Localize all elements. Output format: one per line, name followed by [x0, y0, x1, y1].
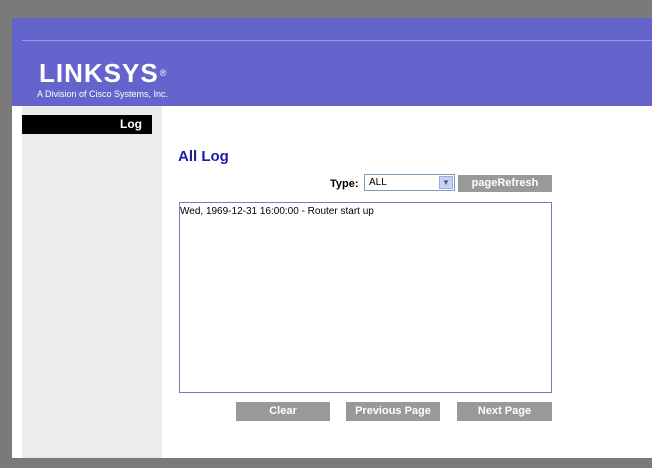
header-banner: LINKSYS® A Division of Cisco Systems, In…: [12, 18, 652, 106]
sidebar-tab-log[interactable]: Log: [22, 115, 152, 134]
sidebar: [22, 106, 162, 458]
page-title: All Log: [178, 148, 229, 165]
window-frame: LINKSYS® A Division of Cisco Systems, In…: [0, 0, 652, 468]
logo-text: LINKSYS: [39, 58, 159, 88]
brand-tagline: A Division of Cisco Systems, Inc.: [37, 89, 169, 99]
log-line: Wed, 1969-12-31 16:00:00 - Router start …: [180, 206, 374, 217]
router-page: LINKSYS® A Division of Cisco Systems, In…: [12, 18, 652, 458]
chevron-down-icon[interactable]: ▼: [439, 176, 453, 189]
type-label: Type:: [330, 178, 359, 190]
linksys-logo: LINKSYS®: [39, 60, 167, 86]
clear-button[interactable]: Clear: [236, 402, 330, 421]
type-select[interactable]: ALL ▼: [364, 174, 455, 191]
registered-mark: ®: [159, 68, 168, 78]
page-refresh-button[interactable]: pageRefresh: [458, 175, 552, 192]
banner-divider: [22, 40, 652, 41]
log-textarea[interactable]: Wed, 1969-12-31 16:00:00 - Router start …: [179, 202, 552, 393]
next-page-button[interactable]: Next Page: [457, 402, 552, 421]
type-select-value: ALL: [369, 177, 387, 188]
previous-page-button[interactable]: Previous Page: [346, 402, 440, 421]
